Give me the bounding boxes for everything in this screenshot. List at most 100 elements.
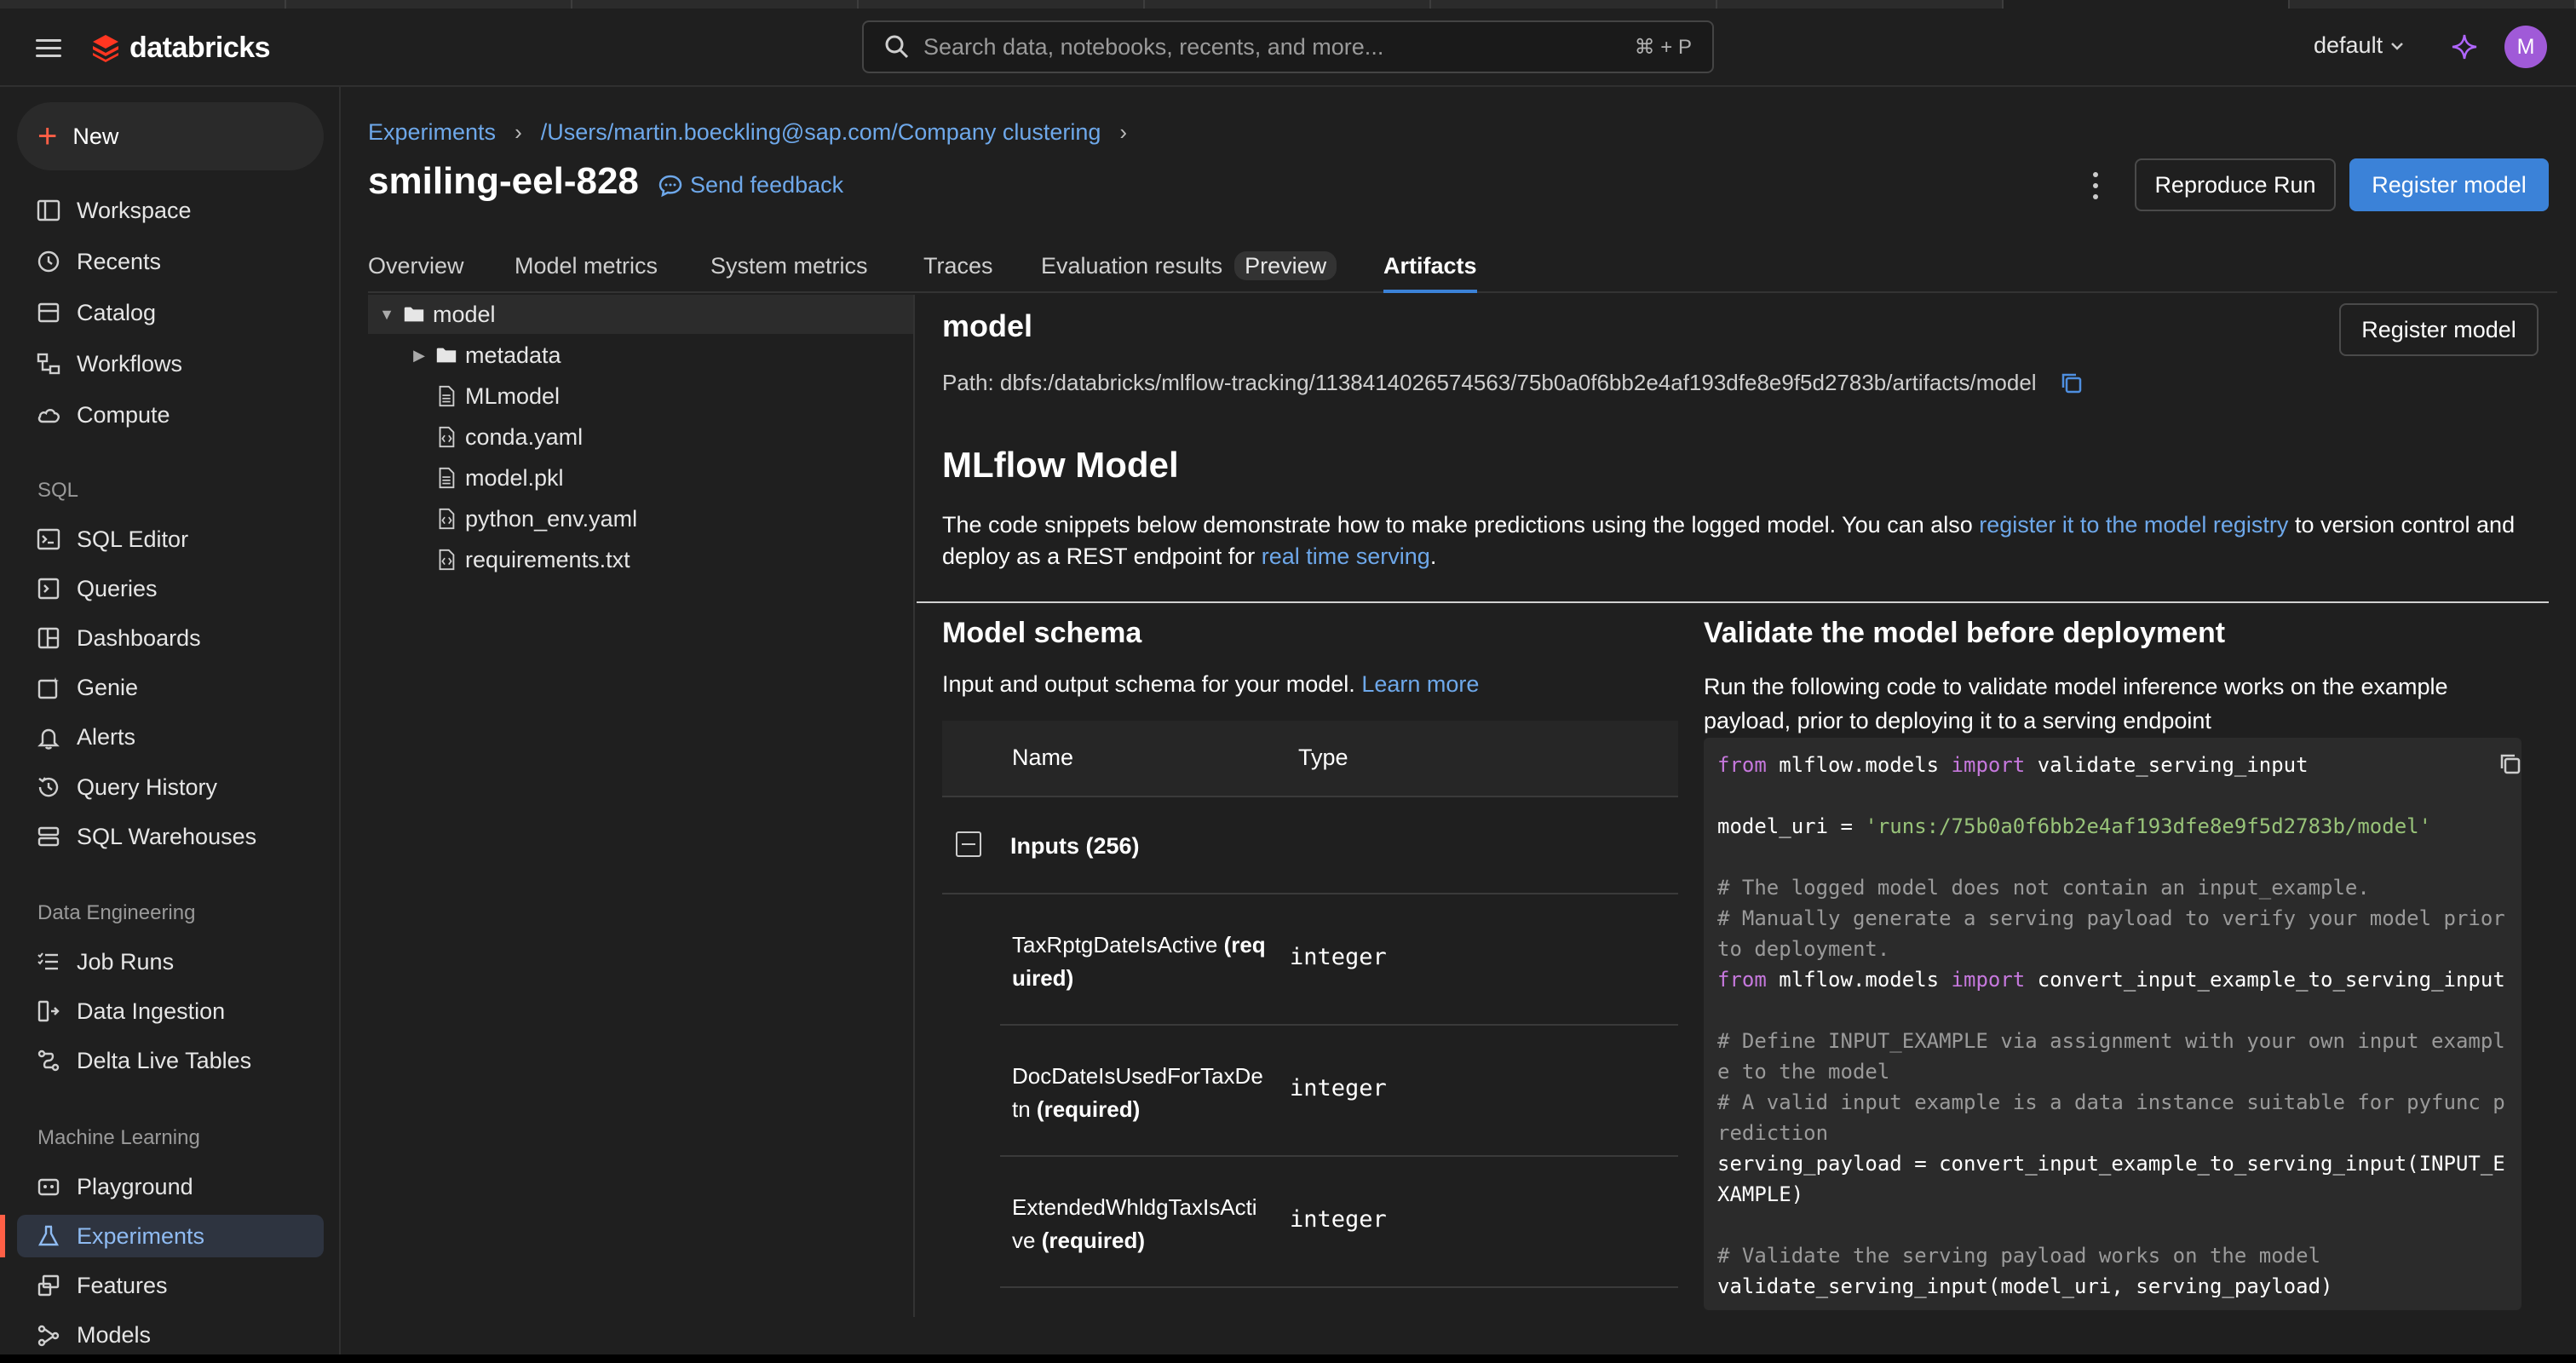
field-name-text: TaxRptgDateIsActive: [1012, 932, 1218, 958]
code-file-icon: [434, 507, 458, 531]
sidebar-item-queries[interactable]: Queries: [17, 567, 324, 610]
sidebar-item-genie[interactable]: Genie: [17, 667, 324, 710]
code-token: # Manually generate a serving payload to…: [1717, 906, 2518, 961]
sidebar-item-models[interactable]: Models: [17, 1314, 324, 1357]
learn-more-link[interactable]: Learn more: [1361, 671, 1479, 697]
caret-down-icon[interactable]: ▼: [378, 306, 395, 324]
main-content: Experiments › /Users/martin.boeckling@sa…: [342, 87, 2576, 1363]
pipelines-icon: [36, 1048, 61, 1073]
model-schema-description: Input and output schema for your model. …: [942, 671, 1479, 698]
model-schema-heading: Model schema: [942, 617, 1142, 649]
mlflow-model-heading: MLflow Model: [942, 445, 1179, 485]
register-model-button-panel[interactable]: Register model: [2339, 303, 2539, 356]
code-snippet[interactable]: from mlflow.models import validate_servi…: [1704, 738, 2521, 1310]
tab-system-metrics[interactable]: System metrics: [710, 249, 868, 293]
sidebar-item-workspace[interactable]: Workspace: [17, 189, 324, 232]
databricks-logo[interactable]: databricks: [90, 29, 271, 66]
sidebar-item-catalog[interactable]: Catalog: [17, 291, 324, 334]
sidebar-item-workflows[interactable]: Workflows: [17, 342, 324, 385]
tree-item-model[interactable]: ▼ model: [368, 295, 913, 334]
folder-icon: [402, 302, 426, 326]
sidebar-item-label: Job Runs: [77, 948, 175, 975]
inputs-label: Inputs (256): [1010, 833, 1140, 859]
sidebar-item-label: Query History: [77, 774, 218, 800]
sidebar-item-label: SQL Warehouses: [77, 823, 257, 849]
avatar[interactable]: M: [2504, 26, 2547, 68]
sidebar-item-label: Dashboards: [77, 624, 201, 651]
workspace-selector[interactable]: default: [2314, 32, 2405, 59]
code-token: validate_serving_input(model_uri, servin…: [1717, 1274, 2333, 1298]
tab-artifacts[interactable]: Artifacts: [1383, 249, 1477, 293]
tree-item-label: conda.yaml: [465, 423, 584, 450]
tab-overview[interactable]: Overview: [368, 249, 464, 293]
code-line: from mlflow.models import validate_servi…: [1717, 750, 2508, 780]
sidebar-item-sql-warehouses[interactable]: SQL Warehouses: [17, 815, 324, 858]
page-title: smiling-eel-828: [368, 160, 639, 202]
column-header-type: Type: [1298, 745, 1348, 770]
tab-model-metrics[interactable]: Model metrics: [515, 249, 658, 293]
inputs-group-row[interactable]: Inputs (256): [942, 797, 1678, 894]
search-input[interactable]: [922, 32, 1635, 61]
field-type: integer: [1290, 1075, 1387, 1101]
new-button[interactable]: + New: [17, 102, 324, 170]
sidebar-item-label: SQL Editor: [77, 526, 189, 552]
more-options-icon[interactable]: [2085, 169, 2106, 203]
caret-right-icon[interactable]: ▶: [411, 347, 428, 365]
code-token: # Validate the serving payload works on …: [1717, 1244, 2321, 1268]
new-label: New: [72, 123, 119, 149]
breadcrumb-experiment-path[interactable]: /Users/martin.boeckling@sap.com/Company …: [541, 119, 1101, 146]
artifact-path-text: Path: dbfs:/databricks/mlflow-tracking/1…: [942, 370, 2037, 395]
code-token: from: [1717, 753, 1767, 777]
copy-icon[interactable]: [2059, 371, 2084, 396]
sidebar-item-sql-editor[interactable]: SQL Editor: [17, 518, 324, 561]
reproduce-run-button[interactable]: Reproduce Run: [2135, 158, 2336, 211]
tree-item-conda-yaml[interactable]: conda.yaml: [368, 417, 913, 457]
sidebar-item-features[interactable]: Features: [17, 1264, 324, 1307]
copy-icon[interactable]: [2498, 751, 2523, 777]
tree-item-metadata[interactable]: ▶ metadata: [368, 336, 913, 375]
sidebar-item-alerts[interactable]: Alerts: [17, 716, 324, 759]
real-time-serving-link[interactable]: real time serving: [1262, 543, 1430, 569]
assistant-sparkle-icon[interactable]: [2450, 32, 2479, 66]
tree-item-label: requirements.txt: [465, 546, 630, 572]
tab-evaluation-results[interactable]: Evaluation results Preview: [1041, 249, 1337, 293]
sidebar-item-experiments[interactable]: Experiments: [0, 1215, 324, 1258]
code-line: # The logged model does not contain an i…: [1717, 872, 2508, 903]
collapse-icon[interactable]: [956, 831, 981, 857]
job-runs-icon: [36, 949, 61, 975]
tree-item-python-env-yaml[interactable]: python_env.yaml: [368, 499, 913, 538]
sidebar-item-playground[interactable]: Playground: [17, 1165, 324, 1208]
sidebar-item-compute[interactable]: Compute: [17, 394, 324, 436]
required-label: (required): [1041, 1228, 1146, 1253]
artifact-detail-panel: model Register model Path: dbfs:/databri…: [917, 295, 2576, 1360]
ingestion-icon: [36, 998, 61, 1024]
chat-bubble-icon: [658, 175, 682, 197]
tab-traces[interactable]: Traces: [923, 249, 993, 293]
tree-item-model-pkl[interactable]: model.pkl: [368, 458, 913, 497]
tree-item-mlmodel[interactable]: MLmodel: [368, 377, 913, 416]
code-token: mlflow.models: [1766, 968, 1952, 992]
sidebar-item-recents[interactable]: Recents: [17, 240, 324, 283]
sidebar-item-query-history[interactable]: Query History: [17, 766, 324, 808]
tree-item-label: model: [433, 301, 496, 327]
sidebar-item-label: Alerts: [77, 724, 136, 751]
breadcrumb-experiments[interactable]: Experiments: [368, 119, 496, 146]
sidebar-item-dashboards[interactable]: Dashboards: [17, 617, 324, 659]
tree-item-requirements-txt[interactable]: requirements.txt: [368, 540, 913, 579]
sidebar-item-delta-live-tables[interactable]: Delta Live Tables: [17, 1039, 324, 1082]
global-search[interactable]: ⌘ + P: [862, 20, 1714, 73]
model-registry-link[interactable]: register it to the model registry: [1979, 512, 2288, 538]
sidebar-item-label: Models: [77, 1322, 152, 1349]
field-type: integer: [1290, 944, 1387, 970]
send-feedback-link[interactable]: Send feedback: [658, 172, 843, 198]
tree-item-label: MLmodel: [465, 382, 561, 409]
top-header: databricks ⌘ + P default M: [0, 9, 2576, 87]
sidebar-item-job-runs[interactable]: Job Runs: [17, 940, 324, 983]
code-line: # A valid input example is a data instan…: [1717, 1087, 2508, 1148]
sidebar-section-heading: SQL: [37, 479, 79, 502]
menu-icon[interactable]: [36, 34, 63, 61]
register-model-button[interactable]: Register model: [2349, 158, 2549, 211]
sidebar-item-label: Queries: [77, 575, 158, 601]
sidebar-item-data-ingestion[interactable]: Data Ingestion: [17, 990, 324, 1032]
